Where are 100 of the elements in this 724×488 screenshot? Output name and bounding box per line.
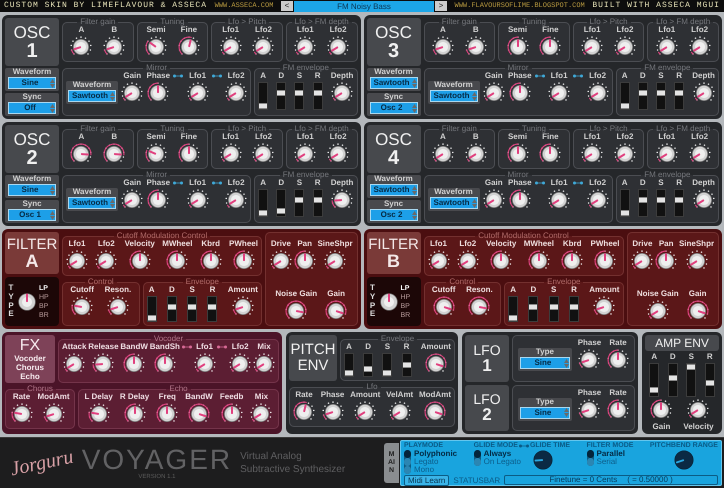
- knob[interactable]: [121, 189, 144, 211]
- toggle-switch[interactable]: [474, 450, 481, 466]
- knob[interactable]: [656, 36, 678, 58]
- knob[interactable]: [561, 250, 584, 272]
- knob[interactable]: [66, 250, 88, 272]
- knob[interactable]: [147, 82, 170, 104]
- knob[interactable]: [674, 450, 694, 470]
- knob[interactable]: [178, 36, 200, 58]
- knob[interactable]: [687, 399, 710, 421]
- toggle-switch[interactable]: [404, 450, 411, 474]
- knob[interactable]: [692, 189, 715, 211]
- slider-handle[interactable]: [509, 315, 518, 321]
- knob[interactable]: [614, 143, 636, 165]
- knob[interactable]: [331, 82, 354, 104]
- knob[interactable]: [42, 403, 64, 425]
- switch-position[interactable]: [474, 458, 481, 466]
- dropdown[interactable]: Sine: [520, 406, 570, 418]
- knob[interactable]: [322, 401, 344, 423]
- slider-handle[interactable]: [314, 197, 322, 204]
- knob[interactable]: [88, 403, 110, 425]
- knob[interactable]: [464, 36, 487, 58]
- knob[interactable]: [106, 296, 129, 318]
- mode-option[interactable]: Always: [484, 450, 521, 458]
- knob[interactable]: [508, 82, 531, 104]
- knob[interactable]: [253, 353, 275, 375]
- slider-handle[interactable]: [208, 304, 216, 310]
- mode-option[interactable]: Serial: [596, 458, 625, 466]
- knob[interactable]: [548, 189, 570, 211]
- knob[interactable]: [145, 143, 168, 165]
- dropdown[interactable]: Sawtooth: [68, 197, 116, 209]
- switch-position[interactable]: [586, 458, 594, 466]
- knob[interactable]: [70, 36, 92, 58]
- knob[interactable]: [655, 250, 678, 272]
- knob[interactable]: [327, 36, 350, 58]
- slider-handle[interactable]: [570, 304, 578, 310]
- knob[interactable]: [250, 403, 272, 425]
- knob[interactable]: [581, 143, 604, 165]
- slider-handle[interactable]: [345, 370, 353, 376]
- knob[interactable]: [646, 300, 669, 322]
- knob[interactable]: [194, 353, 216, 375]
- mode-option[interactable]: Mono: [414, 466, 458, 474]
- knob[interactable]: [294, 143, 316, 165]
- knob[interactable]: [220, 403, 243, 425]
- knob[interactable]: [324, 250, 346, 272]
- knob[interactable]: [92, 353, 114, 375]
- knob[interactable]: [432, 143, 454, 165]
- dropdown[interactable]: Sawtooth: [68, 90, 116, 102]
- knob[interactable]: [539, 143, 562, 165]
- midi-learn-button[interactable]: Midi Learn: [404, 474, 450, 486]
- slider-handle[interactable]: [277, 90, 286, 96]
- switch-position[interactable]: [404, 466, 411, 474]
- knob[interactable]: [692, 82, 715, 104]
- knob[interactable]: [294, 250, 316, 272]
- knob[interactable]: [482, 189, 505, 211]
- knob[interactable]: [270, 250, 292, 272]
- knob[interactable]: [688, 36, 711, 58]
- slider-handle[interactable]: [529, 304, 538, 310]
- dropdown[interactable]: Osc 1: [8, 209, 56, 221]
- dropdown[interactable]: Sine: [8, 184, 56, 196]
- knob[interactable]: [327, 143, 350, 165]
- switch-position[interactable]: [586, 450, 594, 458]
- switch-position[interactable]: [474, 450, 481, 458]
- knob[interactable]: [200, 250, 222, 272]
- knob[interactable]: [508, 189, 531, 211]
- knob[interactable]: [650, 399, 672, 421]
- slider-handle[interactable]: [656, 90, 665, 96]
- slider-handle[interactable]: [295, 90, 304, 96]
- knob[interactable]: [464, 143, 487, 165]
- knob[interactable]: [594, 250, 616, 272]
- knob[interactable]: [656, 143, 678, 165]
- slider-handle[interactable]: [277, 208, 286, 214]
- slider-handle[interactable]: [295, 197, 304, 204]
- knob[interactable]: [490, 250, 512, 272]
- knob[interactable]: [225, 82, 248, 104]
- knob[interactable]: [548, 82, 570, 104]
- knob[interactable]: [147, 189, 170, 211]
- dropdown[interactable]: Sawtooth: [370, 184, 418, 196]
- dropdown[interactable]: Sawtooth: [430, 197, 478, 209]
- knob[interactable]: [71, 296, 94, 318]
- knob[interactable]: [581, 36, 604, 58]
- knob[interactable]: [456, 250, 479, 272]
- knob[interactable]: [121, 82, 144, 104]
- knob[interactable]: [593, 296, 616, 318]
- slider-handle[interactable]: [383, 370, 392, 376]
- preset-name-field[interactable]: FM Noisy Bass: [294, 0, 434, 12]
- slider-handle[interactable]: [620, 210, 629, 216]
- knob[interactable]: [220, 36, 242, 58]
- knob[interactable]: [186, 82, 209, 104]
- knob[interactable]: [232, 296, 254, 318]
- knob[interactable]: [428, 250, 450, 272]
- knob[interactable]: [482, 82, 505, 104]
- knob[interactable]: [354, 401, 376, 423]
- knob[interactable]: [528, 250, 550, 272]
- knob[interactable]: [156, 403, 178, 425]
- knob[interactable]: [145, 36, 168, 58]
- type-knob[interactable]: [378, 292, 398, 312]
- slider-handle[interactable]: [259, 210, 268, 216]
- slider-handle[interactable]: [259, 103, 268, 109]
- knob[interactable]: [124, 403, 146, 425]
- knob[interactable]: [123, 353, 146, 375]
